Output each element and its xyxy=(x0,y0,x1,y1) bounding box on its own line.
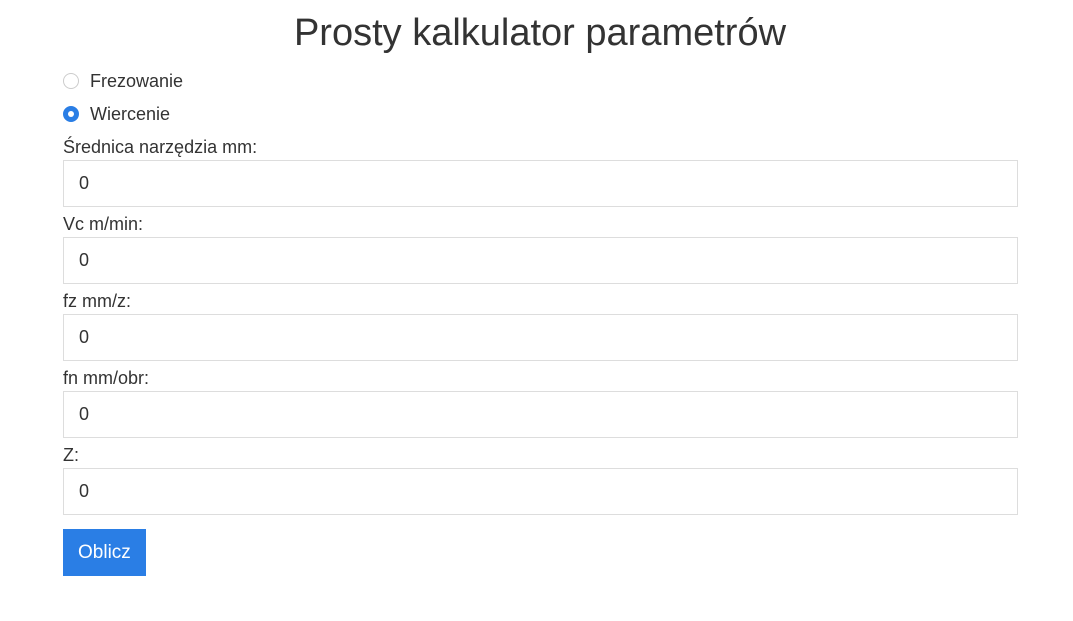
vc-input[interactable] xyxy=(63,237,1018,284)
fn-label: fn mm/obr: xyxy=(63,368,150,388)
radio-frezowanie-circle[interactable] xyxy=(63,73,79,89)
calculate-button[interactable]: Oblicz xyxy=(63,529,146,576)
fz-label: fz mm/z: xyxy=(63,291,131,311)
calculator-form: Frezowanie Wiercenie Średnica narzędzia … xyxy=(63,68,1018,576)
field-group-fz: fz mm/z: xyxy=(63,288,1018,361)
field-group-diameter: Średnica narzędzia mm: xyxy=(63,134,1018,207)
fz-input[interactable] xyxy=(63,314,1018,361)
radio-wiercenie-circle[interactable] xyxy=(63,106,79,122)
vc-label: Vc m/min: xyxy=(63,214,144,234)
page-title: Prosty kalkulator parametrów xyxy=(293,12,787,54)
field-group-fn: fn mm/obr: xyxy=(63,365,1018,438)
diameter-input[interactable] xyxy=(63,160,1018,207)
z-label: Z: xyxy=(63,445,79,465)
z-input[interactable] xyxy=(63,468,1018,515)
fn-input[interactable] xyxy=(63,391,1018,438)
diameter-label: Średnica narzędzia mm: xyxy=(63,137,258,157)
radio-frezowanie[interactable]: Frezowanie xyxy=(63,68,1018,94)
field-group-z: Z: xyxy=(63,442,1018,515)
calculator-page: Prosty kalkulator parametrów Frezowanie … xyxy=(0,0,1073,621)
radio-wiercenie[interactable]: Wiercenie xyxy=(63,101,1018,127)
field-group-vc: Vc m/min: xyxy=(63,211,1018,284)
radio-wiercenie-label: Wiercenie xyxy=(90,103,171,124)
radio-frezowanie-label: Frezowanie xyxy=(90,70,184,91)
